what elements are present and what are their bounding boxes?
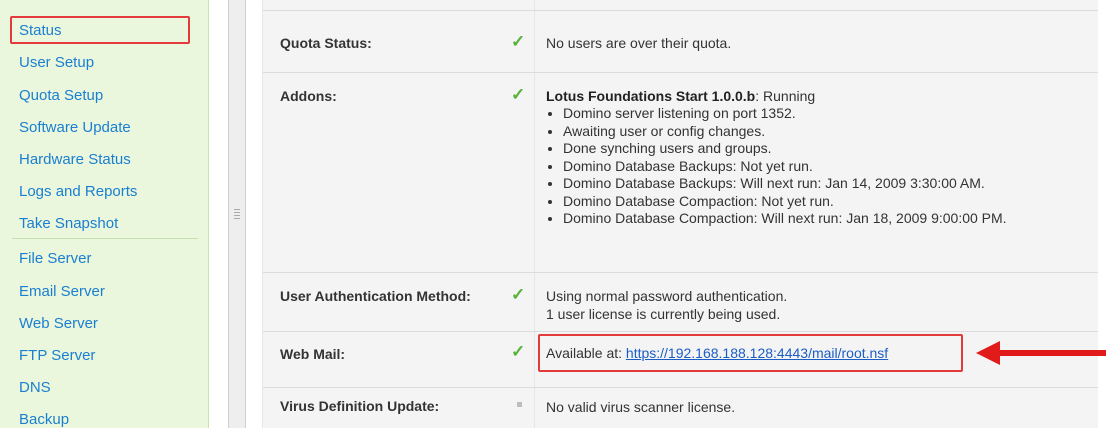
sidebar-divider <box>12 238 198 239</box>
sidebar-nav: Status User Setup Quota Setup Software U… <box>0 0 209 428</box>
grip-icon <box>234 209 240 219</box>
arrow-shaft <box>996 350 1106 356</box>
row-divider <box>263 272 1098 273</box>
sidebar-item-logs-and-reports[interactable]: Logs and Reports <box>19 177 204 206</box>
user-auth-label: User Authentication Method: <box>280 288 471 304</box>
sidebar-item-software-update[interactable]: Software Update <box>19 113 204 142</box>
sidebar-item-dns[interactable]: DNS <box>19 373 204 402</box>
check-icon: ✓ <box>511 285 526 304</box>
check-icon: ✓ <box>511 85 526 104</box>
row-divider <box>263 72 1098 73</box>
addons-label: Addons: <box>280 88 337 104</box>
list-item: Domino server listening on port 1352. <box>563 105 1007 123</box>
row-divider <box>263 10 1098 11</box>
pane-splitter[interactable] <box>228 0 246 428</box>
user-license-line: 1 user license is currently being used. <box>546 306 781 322</box>
sidebar-item-file-server[interactable]: File Server <box>19 244 204 273</box>
list-item: Done synching users and groups. <box>563 140 1007 158</box>
sidebar-item-email-server[interactable]: Email Server <box>19 277 204 306</box>
column-divider <box>534 0 535 428</box>
sidebar-item-user-setup[interactable]: User Setup <box>19 48 204 77</box>
quota-status-label: Quota Status: <box>280 35 372 51</box>
sidebar-item-take-snapshot[interactable]: Take Snapshot <box>19 209 204 238</box>
list-item: Awaiting user or config changes. <box>563 123 1007 141</box>
sidebar-item-backup[interactable]: Backup <box>19 405 204 434</box>
row-divider <box>263 331 1098 332</box>
sidebar-item-hardware-status[interactable]: Hardware Status <box>19 145 204 174</box>
user-auth-value: Using normal password authentication. 1 … <box>546 287 787 323</box>
virus-definition-value: No valid virus scanner license. <box>546 399 736 415</box>
addon-name: Lotus Foundations Start 1.0.0.b <box>546 88 756 104</box>
check-icon: ✓ <box>511 32 526 51</box>
web-mail-highlight-box <box>538 334 963 372</box>
addon-details-list: Domino server listening on port 1352. Aw… <box>546 105 1007 228</box>
sidebar-item-quota-setup[interactable]: Quota Setup <box>19 81 204 110</box>
sidebar-item-ftp-server[interactable]: FTP Server <box>19 341 204 370</box>
neutral-icon <box>517 402 522 407</box>
virus-definition-label: Virus Definition Update: <box>280 398 440 414</box>
check-icon: ✓ <box>511 342 526 361</box>
status-highlight-box <box>10 16 190 44</box>
addon-state: : Running <box>755 88 816 104</box>
list-item: Domino Database Compaction: Not yet run. <box>563 193 1007 211</box>
list-item: Domino Database Compaction: Will next ru… <box>563 210 1007 228</box>
sidebar-item-web-server[interactable]: Web Server <box>19 309 204 338</box>
user-auth-line: Using normal password authentication. <box>546 288 788 304</box>
list-item: Domino Database Backups: Will next run: … <box>563 175 1007 193</box>
web-mail-label: Web Mail: <box>280 346 346 362</box>
row-divider <box>263 387 1098 388</box>
addons-value: Lotus Foundations Start 1.0.0.b: Running… <box>546 87 1007 228</box>
quota-status-value: No users are over their quota. <box>546 35 732 51</box>
list-item: Domino Database Backups: Not yet run. <box>563 158 1007 176</box>
